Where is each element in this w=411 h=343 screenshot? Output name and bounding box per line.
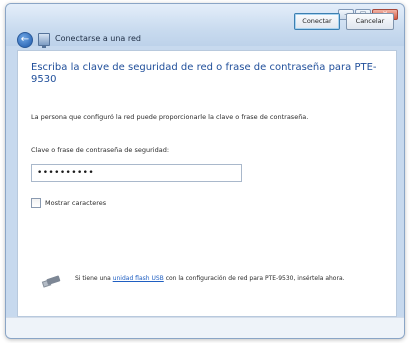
show-characters-checkbox[interactable] <box>31 198 41 208</box>
connect-network-dialog: – □ ✕ ← Conectarse a una red Escriba la … <box>5 3 405 339</box>
window-title: Conectarse a una red <box>55 34 141 43</box>
security-key-input[interactable]: •••••••••• <box>31 164 242 182</box>
back-arrow-icon[interactable]: ← <box>17 32 33 48</box>
security-key-value: •••••••••• <box>37 168 95 178</box>
usb-hint-after: con la configuración de red para PTE-953… <box>163 275 345 282</box>
dialog-content: Escriba la clave de seguridad de red o f… <box>17 50 397 317</box>
usb-flash-drive-link[interactable]: unidad flash USB <box>113 275 164 282</box>
network-icon <box>38 33 50 48</box>
security-key-label: Clave o frase de contraseña de seguridad… <box>31 146 170 154</box>
title-bar: – □ ✕ ← Conectarse a una red <box>6 4 404 48</box>
connect-button[interactable]: Conectar <box>294 13 340 30</box>
usb-hint-before: Si tiene una <box>75 275 113 282</box>
show-characters-option[interactable]: Mostrar caracteres <box>31 198 106 208</box>
page-heading: Escriba la clave de seguridad de red o f… <box>31 62 377 85</box>
show-characters-label: Mostrar caracteres <box>45 199 107 207</box>
description-text: La persona que configuró la red puede pr… <box>31 113 309 121</box>
cancel-button[interactable]: Cancelar <box>346 13 394 30</box>
usb-drive-icon <box>41 274 61 288</box>
usb-hint-text: Si tiene una unidad flash USB con la con… <box>75 274 375 283</box>
dialog-footer <box>6 317 404 338</box>
